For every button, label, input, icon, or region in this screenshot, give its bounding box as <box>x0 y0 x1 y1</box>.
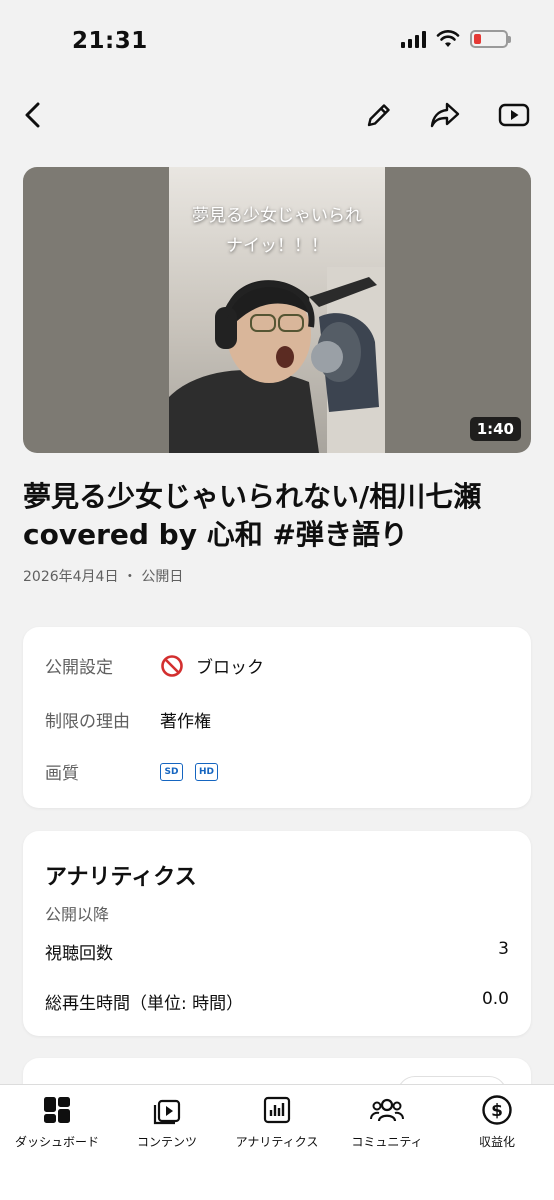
content-icon <box>153 1099 181 1125</box>
watch-time-label: 総再生時間（単位: 時間） <box>45 994 244 1014</box>
back-button[interactable] <box>16 98 50 132</box>
duration-badge: 1:40 <box>469 417 521 441</box>
cellular-signal-icon <box>401 30 426 48</box>
views-row: 視聴回数 3 <box>45 939 509 964</box>
watch-time-value: 0.0 <box>481 989 509 1009</box>
svg-text:$: $ <box>491 1101 503 1121</box>
chevron-left-icon <box>25 102 40 128</box>
video-title: 夢見る少女じゃいられない/相川七瀬 covered by 心和 #弾き語り <box>23 480 482 551</box>
nav-community[interactable]: コミュニティ <box>332 1093 442 1150</box>
status-icons <box>401 30 511 48</box>
views-value: 3 <box>498 939 509 959</box>
nav-dashboard[interactable]: ダッシュボード <box>2 1093 112 1150</box>
publish-date: 2026年4月4日 <box>23 569 119 585</box>
analytics-title: アナリティクス <box>45 865 197 890</box>
blocked-icon <box>161 654 183 677</box>
dollar-icon: $ <box>482 1095 512 1125</box>
nav-community-label: コミュニティ <box>351 1135 423 1149</box>
publish-date-label: ・ 公開日 <box>122 569 184 585</box>
dashboard-icon <box>44 1097 70 1123</box>
video-meta: 2026年4月4日 ・ 公開日 <box>23 566 183 586</box>
nav-content[interactable]: コンテンツ <box>112 1093 222 1150</box>
thumbnail-caption: 夢見る少女じゃいられ ナイッ！！！ <box>169 201 385 261</box>
nav-analytics[interactable]: アナリティクス <box>222 1093 332 1150</box>
hd-badge: HD <box>195 762 218 781</box>
visibility-row[interactable]: 公開設定 ブロック <box>45 653 264 678</box>
quality-label: 画質 <box>45 764 79 784</box>
visibility-value: ブロック <box>196 658 264 678</box>
analytics-subtitle: 公開以降 <box>45 905 110 924</box>
views-label: 視聴回数 <box>45 944 113 964</box>
wifi-icon <box>436 30 460 47</box>
community-icon <box>370 1098 404 1122</box>
analytics-icon <box>263 1096 291 1124</box>
restriction-value: 著作権 <box>160 712 211 732</box>
caption-line-1: 夢見る少女じゃいられ <box>192 206 362 226</box>
open-youtube-button[interactable] <box>497 98 531 132</box>
battery-icon <box>470 30 511 48</box>
status-bar: 21:31 <box>0 0 554 80</box>
pencil-icon <box>367 104 390 127</box>
sd-badge: SD <box>160 762 183 781</box>
nav-dashboard-label: ダッシュボード <box>14 1135 99 1149</box>
analytics-card[interactable]: アナリティクス 公開以降 視聴回数 3 総再生時間（単位: 時間） 0.0 <box>23 831 531 1036</box>
edit-button[interactable] <box>362 98 396 132</box>
share-icon <box>430 102 460 128</box>
caption-line-2: ナイッ！！！ <box>226 236 328 256</box>
top-app-bar <box>0 88 554 144</box>
nav-analytics-label: アナリティクス <box>235 1135 319 1149</box>
restriction-row[interactable]: 制限の理由 著作権 <box>45 707 211 732</box>
bottom-navigation: ダッシュボード コンテンツ アナリティクス コミュニティ $ 収益化 <box>0 1084 554 1200</box>
thumbnail-image: 夢見る少女じゃいられ ナイッ！！！ <box>169 167 385 453</box>
nav-monetization[interactable]: $ 収益化 <box>442 1093 552 1150</box>
share-button[interactable] <box>428 98 462 132</box>
nav-monetization-label: 収益化 <box>478 1135 515 1149</box>
quality-row: 画質 SD HD <box>45 759 222 784</box>
youtube-icon <box>498 103 530 127</box>
video-thumbnail[interactable]: 夢見る少女じゃいられ ナイッ！！！ 1:40 <box>23 167 531 453</box>
visibility-label: 公開設定 <box>45 658 113 678</box>
status-time: 21:31 <box>72 28 148 54</box>
watch-time-row: 総再生時間（単位: 時間） 0.0 <box>45 989 509 1014</box>
video-details-card: 公開設定 ブロック 制限の理由 著作権 画質 SD HD <box>23 627 531 808</box>
restriction-label: 制限の理由 <box>45 712 130 732</box>
nav-content-label: コンテンツ <box>136 1135 197 1149</box>
